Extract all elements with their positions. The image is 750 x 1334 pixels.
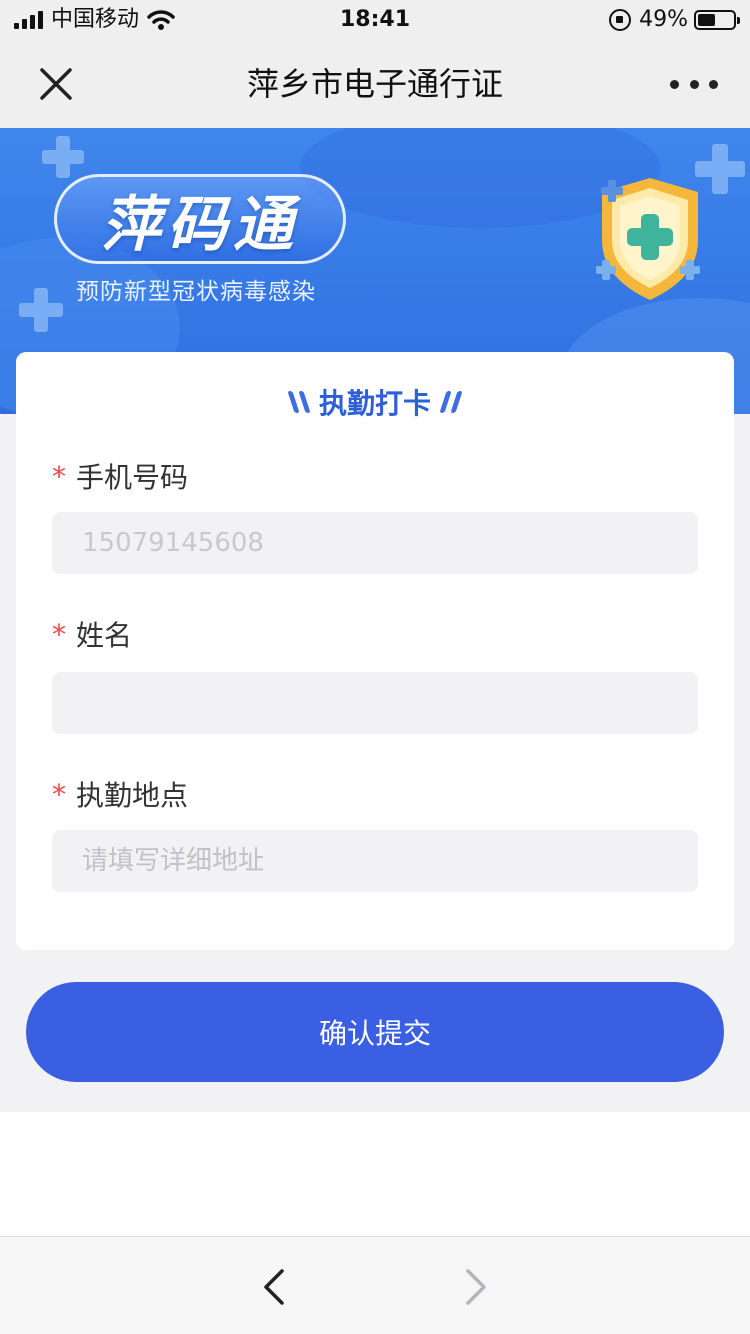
name-label-text: 姓名 <box>76 619 133 652</box>
brand-logo: 萍码通 <box>54 174 346 264</box>
card-title-wrap: 执勤打卡 <box>16 380 734 424</box>
battery-icon <box>694 10 740 30</box>
location-label: * 执勤地点 <box>52 774 188 814</box>
nav-bar: 萍乡市电子通行证 <box>0 40 750 128</box>
required-mark: * <box>52 777 66 811</box>
forward-arrow-icon[interactable] <box>460 1267 492 1307</box>
phone-label-text: 手机号码 <box>76 461 189 494</box>
status-bar: 中国移动 18:41 49% <box>0 0 750 40</box>
title-decoration-right <box>439 391 463 413</box>
submit-button[interactable]: 确认提交 <box>26 982 724 1082</box>
name-input[interactable] <box>52 672 698 734</box>
required-mark: * <box>52 617 66 651</box>
card-title: 执勤打卡 <box>318 387 431 420</box>
browser-toolbar <box>0 1236 750 1334</box>
location-label-text: 执勤地点 <box>76 779 189 812</box>
battery-percentage: 49% <box>639 7 688 32</box>
close-icon[interactable] <box>36 64 76 104</box>
banner-subtitle: 预防新型冠状病毒感染 <box>76 279 316 305</box>
shield-icon <box>596 178 700 300</box>
location-input[interactable] <box>52 830 698 892</box>
phone-label: * 手机号码 <box>52 456 188 496</box>
back-arrow-icon[interactable] <box>258 1267 290 1307</box>
rotation-lock-icon <box>609 9 632 31</box>
page-bottom-area <box>0 1112 750 1236</box>
brand-name: 萍码通 <box>101 189 299 260</box>
status-right: 49% <box>609 6 740 34</box>
page-title: 萍乡市电子通行证 <box>246 65 503 103</box>
title-decoration-left <box>287 391 311 413</box>
phone-input[interactable] <box>52 512 698 574</box>
name-label: * 姓名 <box>52 614 132 654</box>
required-mark: * <box>52 459 66 493</box>
more-icon[interactable] <box>670 70 718 98</box>
form-card: 执勤打卡 * 手机号码 * 姓名 * 执勤地点 <box>16 352 734 950</box>
